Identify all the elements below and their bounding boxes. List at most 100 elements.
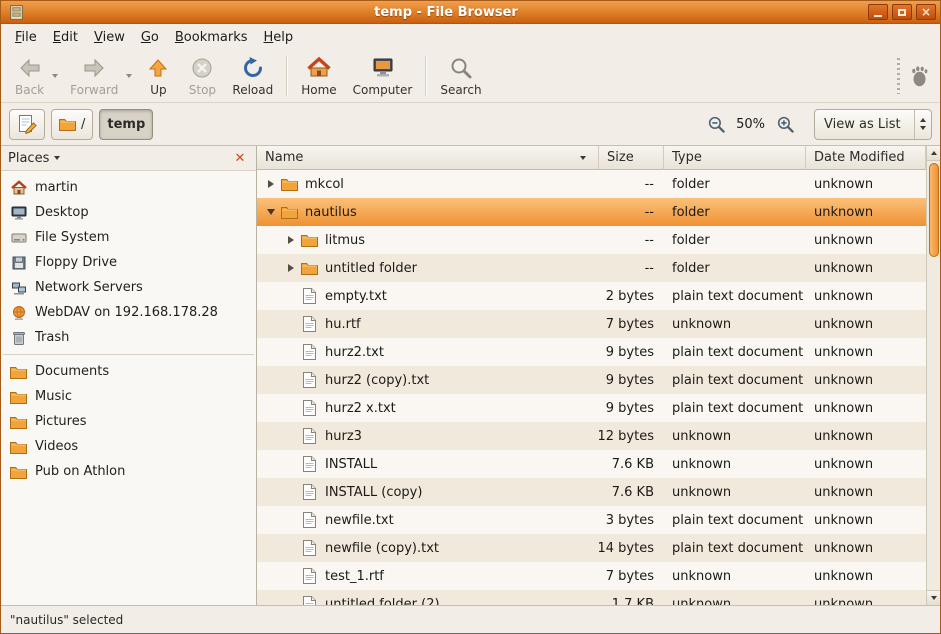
- window-title: temp - File Browser: [28, 5, 864, 20]
- places-separator: [3, 354, 254, 355]
- path-root-label: /: [81, 117, 85, 132]
- file-date-modified: unknown: [806, 422, 926, 450]
- file-icon: [299, 372, 319, 388]
- file-row-newfile-copy-txt[interactable]: newfile (copy).txt14 bytesplain text doc…: [257, 534, 926, 562]
- toolbar-back-button[interactable]: Back: [7, 52, 52, 100]
- column-header-date-modified[interactable]: Date Modified: [806, 146, 926, 170]
- gnome-foot-icon: [908, 64, 932, 88]
- place-item-martin[interactable]: martin: [1, 175, 256, 200]
- close-button[interactable]: ×: [916, 4, 936, 20]
- file-row-newfile-txt[interactable]: newfile.txt3 bytesplain text documentunk…: [257, 506, 926, 534]
- place-item-pub-on-athlon[interactable]: Pub on Athlon: [1, 459, 256, 484]
- toolbar-reload-button[interactable]: Reload: [224, 52, 281, 100]
- place-item-network-servers[interactable]: Network Servers: [1, 275, 256, 300]
- expander-expanded-icon[interactable]: [263, 209, 279, 215]
- toggle-location-entry-button[interactable]: [9, 109, 45, 140]
- file-date-modified: unknown: [806, 562, 926, 590]
- file-icon: [299, 596, 319, 605]
- path-root-button[interactable]: /: [51, 109, 93, 140]
- file-name: untitled folder (2): [325, 597, 440, 606]
- minimize-icon: [874, 15, 882, 17]
- file-browser-window: temp - File Browser × FileEditViewGoBook…: [0, 0, 941, 634]
- expander-collapsed-icon[interactable]: [283, 236, 299, 244]
- view-mode-spinner[interactable]: [914, 110, 931, 139]
- zoom-level: 50%: [736, 117, 765, 132]
- menu-edit[interactable]: Edit: [45, 26, 86, 49]
- view-mode-select[interactable]: View as List: [814, 109, 932, 140]
- place-item-file-system[interactable]: File System: [1, 225, 256, 250]
- file-row-nautilus[interactable]: nautilus--folderunknown: [257, 198, 926, 226]
- file-type: unknown: [664, 422, 806, 450]
- toolbar-computer-button[interactable]: Computer: [345, 52, 421, 100]
- places-close-button[interactable]: ✕: [231, 149, 249, 167]
- titlebar[interactable]: temp - File Browser ×: [1, 1, 940, 24]
- place-item-floppy-drive[interactable]: Floppy Drive: [1, 250, 256, 275]
- file-row-hurz2-x-txt[interactable]: hurz2 x.txt9 bytesplain text documentunk…: [257, 394, 926, 422]
- scroll-up-button[interactable]: [927, 146, 940, 161]
- file-row-hu-rtf[interactable]: hu.rtf7 bytesunknownunknown: [257, 310, 926, 338]
- toolbar-search-button[interactable]: Search: [432, 52, 489, 100]
- file-type: plain text document: [664, 366, 806, 394]
- file-row-hurz2-copy-txt[interactable]: hurz2 (copy).txt9 bytesplain text docume…: [257, 366, 926, 394]
- toolbar-forward-dropdown[interactable]: [126, 52, 136, 100]
- column-header-name[interactable]: Name: [257, 146, 599, 170]
- file-row-untitled-folder-2[interactable]: untitled folder (2)1.7 KBunknownunknown: [257, 590, 926, 605]
- file-name: newfile (copy).txt: [325, 541, 439, 556]
- place-item-desktop[interactable]: Desktop: [1, 200, 256, 225]
- file-icon: [299, 400, 319, 416]
- toolbar-up-button[interactable]: Up: [136, 52, 180, 100]
- file-row-install-copy[interactable]: INSTALL (copy)7.6 KBunknownunknown: [257, 478, 926, 506]
- floppy-icon: [10, 255, 27, 271]
- scrollbar-thumb[interactable]: [929, 163, 939, 257]
- place-item-webdav-on-192-168-178-28[interactable]: WebDAV on 192.168.178.28: [1, 300, 256, 325]
- file-row-mkcol[interactable]: mkcol--folderunknown: [257, 170, 926, 198]
- expander-collapsed-icon[interactable]: [283, 264, 299, 272]
- file-row-install[interactable]: INSTALL7.6 KBunknownunknown: [257, 450, 926, 478]
- file-row-test-1-rtf[interactable]: test_1.rtf7 bytesunknownunknown: [257, 562, 926, 590]
- file-date-modified: unknown: [806, 338, 926, 366]
- place-item-pictures[interactable]: Pictures: [1, 409, 256, 434]
- toolbar-forward-button[interactable]: Forward: [62, 52, 126, 100]
- vertical-scrollbar[interactable]: [926, 146, 940, 605]
- folder-icon: [59, 117, 76, 131]
- place-item-documents[interactable]: Documents: [1, 359, 256, 384]
- menu-bookmarks[interactable]: Bookmarks: [167, 26, 256, 49]
- toolbar-back-dropdown[interactable]: [52, 52, 62, 100]
- file-row-hurz3[interactable]: hurz312 bytesunknownunknown: [257, 422, 926, 450]
- search-icon: [449, 56, 473, 80]
- menu-file[interactable]: File: [7, 26, 45, 49]
- toolbar-home-button[interactable]: Home: [293, 52, 344, 100]
- minimize-button[interactable]: [868, 4, 888, 20]
- file-size: 12 bytes: [599, 422, 664, 450]
- desktop-icon: [10, 205, 27, 221]
- file-row-empty-txt[interactable]: empty.txt2 bytesplain text documentunkno…: [257, 282, 926, 310]
- scroll-down-button[interactable]: [927, 590, 940, 605]
- menu-help[interactable]: Help: [256, 26, 302, 49]
- toolbar-grip[interactable]: [897, 58, 900, 94]
- column-header-type[interactable]: Type: [664, 146, 806, 170]
- file-row-hurz2-txt[interactable]: hurz2.txt9 bytesplain text documentunkno…: [257, 338, 926, 366]
- place-item-videos[interactable]: Videos: [1, 434, 256, 459]
- path-current-button[interactable]: temp: [99, 109, 153, 140]
- expander-collapsed-icon[interactable]: [263, 180, 279, 188]
- places-dropdown-icon[interactable]: [54, 156, 60, 160]
- places-title: Places: [8, 151, 49, 166]
- file-icon: [299, 484, 319, 500]
- menu-go[interactable]: Go: [133, 26, 167, 49]
- menubar: FileEditViewGoBookmarksHelp: [1, 24, 940, 50]
- place-item-music[interactable]: Music: [1, 384, 256, 409]
- maximize-button[interactable]: [892, 4, 912, 20]
- file-row-untitled-folder[interactable]: untitled folder--folderunknown: [257, 254, 926, 282]
- zoom-out-button[interactable]: [704, 111, 728, 137]
- place-item-trash[interactable]: Trash: [1, 325, 256, 350]
- zoom-in-button[interactable]: [773, 111, 797, 137]
- menu-view[interactable]: View: [86, 26, 133, 49]
- places-header: Places ✕: [1, 146, 256, 171]
- toolbar-stop-button[interactable]: Stop: [180, 52, 224, 100]
- file-size: 9 bytes: [599, 338, 664, 366]
- file-size: 1.7 KB: [599, 590, 664, 605]
- file-row-litmus[interactable]: litmus--folderunknown: [257, 226, 926, 254]
- column-header-size[interactable]: Size: [599, 146, 664, 170]
- file-type: unknown: [664, 562, 806, 590]
- file-date-modified: unknown: [806, 282, 926, 310]
